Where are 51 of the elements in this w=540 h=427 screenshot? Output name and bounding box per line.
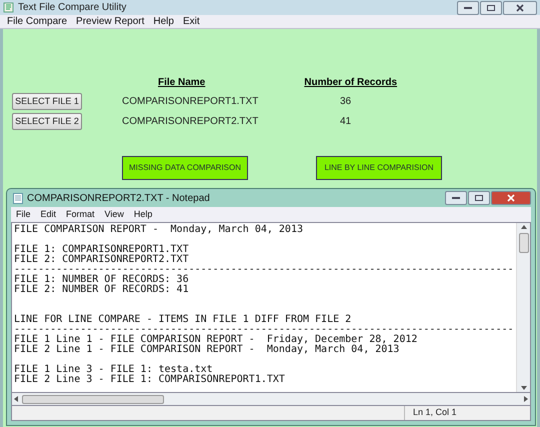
column-header: Number of Records bbox=[304, 76, 398, 90]
vertical-scrollbar[interactable] bbox=[516, 223, 530, 392]
menu-item[interactable]: Preview Report bbox=[76, 14, 144, 29]
text-line: FILE 1 Line 3 - FILE 1: testa.txt bbox=[14, 365, 213, 375]
comparison-button[interactable]: LINE BY LINE COMPARISION bbox=[316, 156, 442, 180]
text-line: FILE 1: NUMBER OF RECORDS: 36 bbox=[14, 275, 189, 285]
text-line: FILE 2: COMPARISONREPORT2.TXT bbox=[14, 255, 189, 265]
maximize-button[interactable] bbox=[480, 0, 502, 14]
maximize-button[interactable] bbox=[468, 191, 490, 205]
close-button[interactable] bbox=[503, 0, 537, 14]
dashed-rule-line: ----------------------------------------------------------------------------------- bbox=[14, 325, 514, 335]
menu-item[interactable]: Help bbox=[153, 14, 174, 29]
app-icon bbox=[3, 2, 14, 13]
text-line: FILE 2 Line 1 - FILE COMPARISON REPORT - Monday, March 04, 2013 bbox=[14, 345, 400, 355]
close-icon bbox=[507, 194, 515, 202]
record-count: 41 bbox=[340, 115, 352, 129]
window-title: COMPARISONREPORT2.TXT - Notepad bbox=[27, 192, 210, 206]
scroll-thumb bbox=[518, 233, 528, 253]
minimize-button[interactable] bbox=[457, 0, 479, 14]
file-name: COMPARISONREPORT2.TXT bbox=[122, 115, 260, 129]
dashed-rule-line: ----------------------------------------------------------------------------------- bbox=[14, 265, 514, 275]
text-line: LINE FOR LINE COMPARE - ITEMS IN FILE 1 DIFF FROM FILE 2 bbox=[14, 315, 352, 325]
text-line: FILE 1 Line 1 - FILE COMPARISON REPORT - Friday, December 28, 2012 bbox=[14, 335, 418, 345]
cursor-position: Ln 1, Col 1 bbox=[404, 406, 530, 420]
down-arrow-icon bbox=[520, 386, 526, 390]
menu-item[interactable]: Edit bbox=[40, 208, 56, 222]
comparison-button[interactable]: MISSING DATA COMPARISON bbox=[122, 156, 248, 180]
menu-item[interactable]: Help bbox=[134, 208, 152, 222]
horizontal-scrollbar[interactable] bbox=[11, 393, 531, 405]
record-count: 36 bbox=[340, 95, 352, 109]
window-title: Text File Compare Utility bbox=[18, 1, 126, 15]
menu-item[interactable]: Format bbox=[66, 208, 95, 222]
notepad-icon bbox=[13, 192, 23, 204]
close-button[interactable] bbox=[491, 191, 531, 205]
menu-item[interactable]: File bbox=[16, 208, 31, 222]
menu-item[interactable]: View bbox=[104, 208, 124, 222]
text-line: FILE 1: COMPARISONREPORT1.TXT bbox=[14, 245, 189, 255]
close-icon bbox=[516, 4, 524, 12]
text-line: FILE 2 Line 3 - FILE 1: COMPARISONREPORT1.TXT bbox=[14, 375, 285, 385]
column-header: File Name bbox=[158, 76, 206, 90]
text-line: FILE 2: NUMBER OF RECORDS: 41 bbox=[14, 285, 189, 295]
select-file-button[interactable]: SELECT FILE 1 bbox=[12, 93, 82, 110]
file-name: COMPARISONREPORT1.TXT bbox=[122, 95, 260, 109]
right-arrow-icon bbox=[524, 396, 528, 402]
up-arrow-icon bbox=[520, 225, 526, 229]
menu-item[interactable]: File Compare bbox=[7, 14, 68, 29]
select-file-button[interactable]: SELECT FILE 2 bbox=[12, 113, 82, 130]
left-arrow-icon bbox=[14, 396, 18, 402]
minimize-button[interactable] bbox=[445, 191, 467, 205]
text-line: FILE COMPARISON REPORT - Monday, March 04, 2013 bbox=[14, 225, 303, 235]
menu-item[interactable]: Exit bbox=[182, 14, 200, 29]
